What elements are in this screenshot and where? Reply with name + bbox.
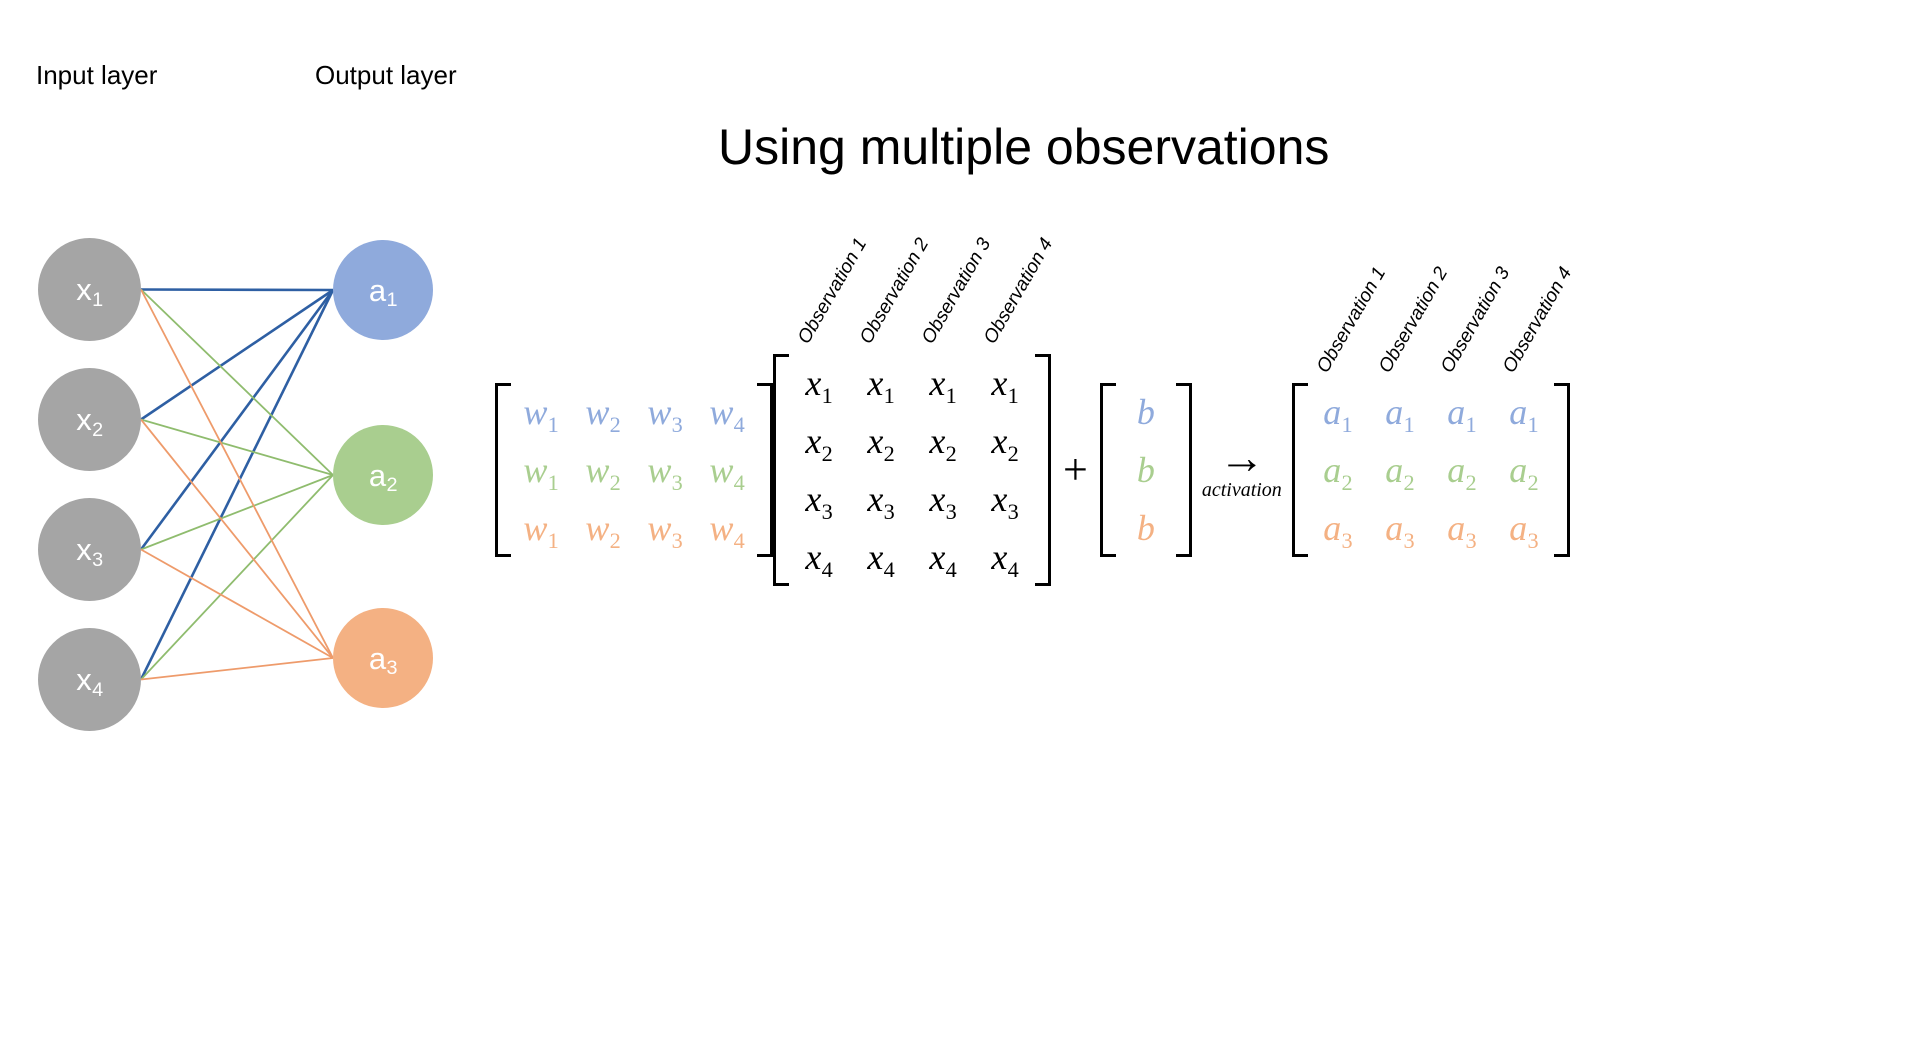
output-matrix: Observation 1 Observation 2 Observation 3O… [1291, 264, 1576, 557]
matrix-cell: x4 [867, 537, 895, 582]
matrix-cell: w2 [585, 392, 621, 437]
matrix-cell: x1 [991, 363, 1019, 408]
matrix-cell: w4 [709, 508, 745, 553]
plus-operator: + [1063, 445, 1088, 494]
matrix-cell: a2 [1509, 450, 1539, 495]
bracket-right-icon [757, 383, 773, 557]
matrix-cell: a3 [1509, 508, 1539, 553]
network-edge [139, 289, 335, 551]
network-edge [140, 288, 334, 292]
bracket-left-icon [495, 383, 511, 557]
network-edge [140, 288, 334, 421]
matrix-cell: a3 [1323, 508, 1353, 553]
matrix-cell: a2 [1447, 450, 1477, 495]
input-node-x4-label: x4 [76, 662, 104, 701]
bracket-right-icon [1553, 383, 1570, 557]
matrix-cell: a3 [1447, 508, 1477, 553]
matrix-cell: x2 [929, 421, 957, 466]
output-node-a3-label: a3 [368, 640, 398, 680]
input-node-x1-label: x1 [76, 272, 104, 311]
matrix-cell: x1 [805, 363, 833, 408]
output-node-a3: a3 [333, 608, 433, 708]
matrix-cell: w1 [523, 508, 559, 553]
page-title: Using multiple observations [718, 119, 1330, 175]
output-layer-caption: Output layer [315, 60, 457, 90]
matrix-equation: w1 w2 w3 w4 w1 w2 w3 w4 w1 w2 w3 w4 Observation 1 Ob… [495, 235, 1576, 586]
network-edge [140, 657, 334, 681]
bias-vector-grid: bbb [1115, 383, 1177, 557]
output-matrix-grid: a1 a1 a1 a1 a2 a2 a2 a2 a3 a3 a3 a3 [1307, 383, 1555, 557]
matrix-cell: w1 [523, 392, 559, 437]
matrix-cell: x3 [867, 479, 895, 524]
weight-matrix-grid: w1 w2 w3 w4 w1 w2 w3 w4 w1 w2 w3 w4 [510, 383, 758, 557]
matrix-cell: w2 [585, 508, 621, 553]
matrix-cell: w4 [709, 392, 745, 437]
matrix-cell: w3 [647, 508, 683, 553]
activation-label: activation [1201, 479, 1282, 502]
matrix-cell: b [1136, 450, 1155, 490]
output-node-a2: a2 [333, 425, 433, 525]
matrix-cell: w1 [523, 450, 559, 495]
bracket-left-icon [1099, 383, 1116, 557]
input-node-x4: x4 [38, 628, 141, 731]
input-node-x3-label: x3 [76, 532, 104, 571]
matrix-cell: a1 [1323, 392, 1353, 437]
output-node-a2-label: a2 [368, 457, 398, 497]
bracket-right-icon [1175, 383, 1192, 557]
matrix-cell: x1 [867, 363, 895, 408]
network-edge [140, 474, 334, 681]
matrix-cell: a1 [1385, 392, 1415, 437]
matrix-cell: x3 [929, 479, 957, 524]
input-node-x3: x3 [38, 498, 141, 601]
bracket-left-icon [773, 354, 789, 586]
matrix-cell: w4 [709, 450, 745, 495]
matrix-cell: x3 [805, 479, 833, 524]
input-node-x2-label: x2 [76, 402, 104, 441]
activation-operator: → activation [1192, 431, 1292, 502]
input-matrix-grid: x1 x1 x1 x1 x2 x2 x2 x2 x3 x3 x3 x3 x4 x4 x4 x4 [788, 354, 1036, 586]
matrix-cell: x3 [991, 479, 1019, 524]
input-node-x1: x1 [38, 238, 141, 341]
matrix-cell: x2 [805, 421, 833, 466]
matrix-cell: x2 [991, 421, 1019, 466]
matrix-cell: b [1136, 508, 1155, 548]
matrix-cell: a2 [1323, 450, 1353, 495]
matrix-cell: w3 [647, 392, 683, 437]
input-node-x2: x2 [38, 368, 141, 471]
matrix-cell: x4 [929, 537, 957, 582]
matrix-cell: x4 [991, 537, 1019, 582]
input-matrix: Observation 1 Observation 2 Observation 3O… [773, 235, 1057, 586]
matrix-cell: a2 [1385, 450, 1415, 495]
neural-network-diagram: x1 x2 x3 x4 a1 a2 a3 [0, 200, 480, 760]
bias-vector: bbb [1099, 383, 1192, 557]
matrix-cell: x2 [867, 421, 895, 466]
matrix-cell: b [1136, 392, 1155, 432]
output-node-a1-label: a1 [368, 272, 398, 312]
right-arrow-icon: → [1218, 431, 1265, 483]
matrix-cell: a3 [1385, 508, 1415, 553]
bracket-right-icon [1035, 354, 1051, 586]
matrix-cell: a1 [1509, 392, 1539, 437]
weight-matrix: w1 w2 w3 w4 w1 w2 w3 w4 w1 w2 w3 w4 [495, 383, 773, 557]
bracket-left-icon [1291, 383, 1308, 557]
input-layer-caption: Input layer [36, 60, 158, 90]
matrix-cell: x4 [805, 537, 833, 582]
matrix-cell: x1 [929, 363, 957, 408]
matrix-cell: a1 [1447, 392, 1477, 437]
output-node-a1: a1 [333, 240, 433, 340]
matrix-cell: w3 [647, 450, 683, 495]
matrix-cell: w2 [585, 450, 621, 495]
